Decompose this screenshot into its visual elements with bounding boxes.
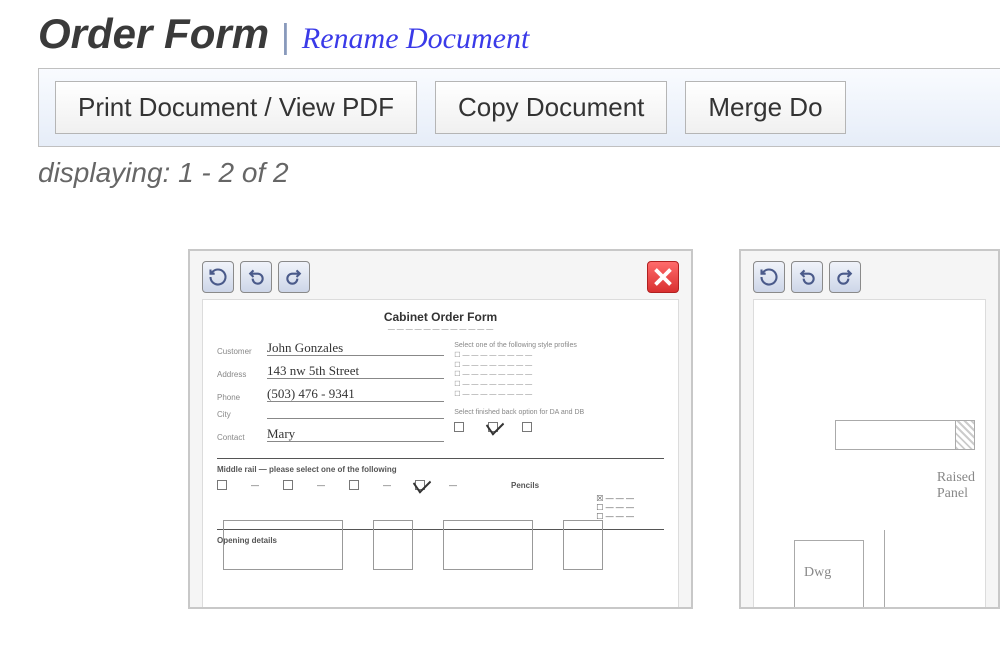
page-thumbnail: RaisedPanel Dwg: [739, 249, 1000, 609]
rotate-left-icon[interactable]: [791, 261, 823, 293]
page-thumbnail: Cabinet Order Form — — — — — — — — — — —…: [188, 249, 693, 609]
refresh-icon[interactable]: [202, 261, 234, 293]
rename-document-link[interactable]: Rename Document: [302, 22, 529, 56]
refresh-icon[interactable]: [753, 261, 785, 293]
form-title: Cabinet Order Form: [217, 310, 664, 324]
print-document-button[interactable]: Print Document / View PDF: [55, 81, 417, 134]
page-preview[interactable]: RaisedPanel Dwg: [753, 299, 986, 609]
thumbnail-row: Cabinet Order Form — — — — — — — — — — —…: [38, 249, 1000, 609]
rotate-left-icon[interactable]: [240, 261, 272, 293]
action-toolbar: Print Document / View PDF Copy Document …: [38, 68, 1000, 147]
thumbnail-toolbar: [202, 261, 679, 293]
page-preview[interactable]: Cabinet Order Form — — — — — — — — — — —…: [202, 299, 679, 609]
merge-document-button[interactable]: Merge Do: [685, 81, 845, 134]
rotate-right-icon[interactable]: [829, 261, 861, 293]
page-title: Order Form: [38, 10, 269, 58]
copy-document-button[interactable]: Copy Document: [435, 81, 667, 134]
thumbnail-toolbar: [753, 261, 986, 293]
close-icon[interactable]: [647, 261, 679, 293]
pagination-status: displaying: 1 - 2 of 2: [38, 157, 1000, 189]
title-divider: |: [281, 18, 290, 57]
form-subtitle: — — — — — — — — — — — —: [217, 326, 664, 333]
rotate-right-icon[interactable]: [278, 261, 310, 293]
